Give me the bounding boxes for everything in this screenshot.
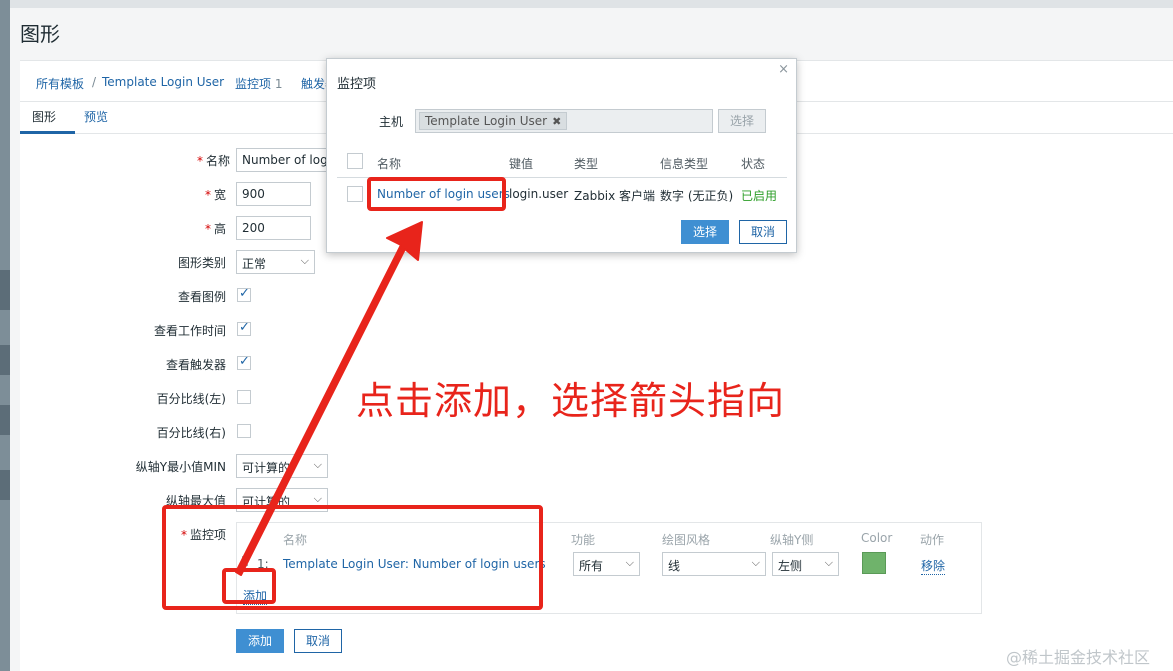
annotation-text: 点击添加，选择箭头指向 — [356, 379, 786, 423]
annotation-arrow-icon — [235, 221, 423, 576]
watermark: @稀土掘金技术社区 — [1006, 648, 1151, 667]
